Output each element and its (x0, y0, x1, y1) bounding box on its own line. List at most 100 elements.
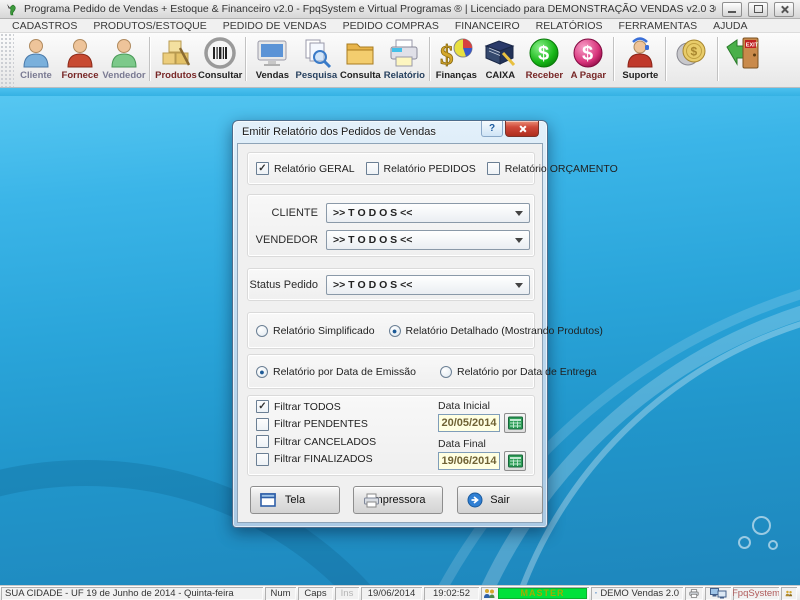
radio-data-entrega[interactable]: Relatório por Data de Entrega (440, 366, 597, 378)
printer-icon (689, 588, 699, 599)
impressora-button[interactable]: Impressora (353, 486, 443, 514)
menu-pedido-compras[interactable]: PEDIDO COMPRAS (335, 20, 447, 32)
data-inicial-label: Data Inicial (438, 400, 532, 412)
sair-button[interactable]: Sair (457, 486, 543, 514)
menubar: CADASTROS PRODUTOS/ESTOQUE PEDIDO DE VEN… (0, 19, 800, 33)
status-network-panel (705, 587, 731, 600)
toolbar-button-coin[interactable]: $ (670, 33, 714, 87)
menu-financeiro[interactable]: FINANCEIRO (447, 20, 528, 32)
minimize-button[interactable] (722, 2, 742, 17)
barcode-icon (203, 35, 237, 71)
status-printer-panel (685, 587, 703, 600)
calendar-icon (508, 416, 523, 430)
users-icon (483, 588, 496, 599)
exit-arrow-icon (467, 492, 483, 508)
support-person-icon (624, 35, 656, 71)
toolbar-button-vendas[interactable]: Vendas (250, 33, 294, 87)
toolbar-label: Receber (526, 71, 564, 81)
toolbar-button-consultar[interactable]: Consultar (198, 33, 242, 87)
coin-icon: $ (674, 35, 710, 71)
toolbar-button-vendedor[interactable]: Vendedor (102, 33, 146, 87)
data-inicial-field[interactable]: 20/05/2014 (438, 414, 500, 432)
checkbox-relatorio-geral[interactable]: ✓ Relatório GERAL (256, 162, 355, 175)
checkbox-mark (256, 435, 269, 448)
toolbar-separator (717, 37, 719, 81)
checkbox-filtrar-finalizados[interactable]: Filtrar FINALIZADOS (256, 453, 376, 466)
status-capslock: Caps (298, 587, 333, 600)
toolbar-button-exit[interactable]: EXIT (722, 33, 766, 87)
status-demo-panel: DEMO Vendas 2.0 (591, 587, 683, 600)
vendedor-label: VENDEDOR (248, 234, 318, 246)
menu-produtos-estoque[interactable]: PRODUTOS/ESTOQUE (85, 20, 214, 32)
titlebar[interactable]: Programa Pedido de Vendas + Estoque & Fi… (0, 0, 800, 19)
tela-button[interactable]: Tela (250, 486, 340, 514)
toolbar-button-produtos[interactable]: Produtos (154, 33, 198, 87)
close-button[interactable] (774, 2, 794, 17)
cliente-combobox[interactable]: >> T O D O S << (326, 203, 530, 223)
checkbox-filtrar-pendentes[interactable]: Filtrar PENDENTES (256, 418, 376, 431)
status-location: SUA CIDADE - UF 19 de Junho de 2014 - Qu… (1, 587, 263, 600)
toolbar-button-relatorio[interactable]: Relatório (382, 33, 426, 87)
chevron-down-icon (515, 211, 523, 216)
toolbar-label: Pesquisa (295, 71, 337, 81)
menu-cadastros[interactable]: CADASTROS (4, 20, 85, 32)
filters-section: ✓ Filtrar TODOS Filtrar PENDENTES Filtra… (247, 395, 535, 476)
toolbar-button-caixa[interactable]: CAIXA (478, 33, 522, 87)
status-time: 19:02:52 (424, 587, 479, 600)
radio-circle (440, 366, 452, 378)
status-pedido-combobox[interactable]: >> T O D O S << (326, 275, 530, 295)
toolbar-button-fornecedor[interactable]: Fornece (58, 33, 102, 87)
restore-icon (754, 5, 763, 13)
window-screen-icon (260, 493, 276, 507)
filter-checkbox-column: ✓ Filtrar TODOS Filtrar PENDENTES Filtra… (256, 400, 376, 466)
date-type-section: ● Relatório por Data de Emissão Relatóri… (247, 354, 535, 389)
cliente-label: CLIENTE (248, 207, 318, 219)
toolbar-button-suporte[interactable]: Suporte (618, 33, 662, 87)
supplier-person-icon (65, 35, 95, 71)
dialog-help-button[interactable]: ? (481, 121, 503, 137)
date-range-block: Data Inicial 20/05/2014 Data Final 19/06… (438, 398, 532, 471)
data-final-calendar-button[interactable] (504, 451, 526, 471)
chevron-down-icon (515, 238, 523, 243)
radio-relatorio-detalhado[interactable]: ● Relatório Detalhado (Mostrando Produto… (389, 325, 603, 337)
product-boxes-icon (160, 35, 192, 71)
status-brand: FpqSystem (733, 587, 779, 600)
toolbar-label: Consultar (198, 71, 242, 81)
dialog-titlebar[interactable]: Emitir Relatório dos Pedidos de Vendas ? (233, 121, 547, 143)
checkbox-relatorio-orcamento[interactable]: Relatório ORÇAMENTO (487, 162, 618, 175)
dialog-close-button[interactable] (505, 121, 539, 137)
toolbar-button-cliente[interactable]: Cliente (14, 33, 58, 87)
dialog-title: Emitir Relatório dos Pedidos de Vendas (233, 126, 436, 138)
vendedor-combobox[interactable]: >> T O D O S << (326, 230, 530, 250)
toolbar-button-a-pagar[interactable]: $ A Pagar (566, 33, 610, 87)
checkbox-relatorio-pedidos[interactable]: Relatório PEDIDOS (366, 162, 476, 175)
data-inicial-calendar-button[interactable] (504, 413, 526, 433)
exit-door-text: EXIT (746, 42, 759, 48)
radio-relatorio-simplificado[interactable]: Relatório Simplificado (256, 325, 375, 337)
toolbar-label: Produtos (155, 71, 197, 81)
restore-button[interactable] (748, 2, 768, 17)
toolbar-label: Cliente (20, 71, 52, 81)
statusbar: SUA CIDADE - UF 19 de Junho de 2014 - Qu… (0, 585, 800, 600)
app-window-icon (595, 588, 597, 598)
users-icon (785, 588, 793, 599)
menu-relatorios[interactable]: RELATÓRIOS (528, 20, 611, 32)
checkbox-filtrar-cancelados[interactable]: Filtrar CANCELADOS (256, 435, 376, 448)
data-final-field[interactable]: 19/06/2014 (438, 452, 500, 470)
menu-pedido-de-vendas[interactable]: PEDIDO DE VENDAS (215, 20, 335, 32)
toolbar-button-consulta[interactable]: Consulta (338, 33, 382, 87)
toolbar-button-receber[interactable]: $ Receber (522, 33, 566, 87)
ledger-book-icon (483, 35, 517, 71)
checkbox-mark (366, 162, 379, 175)
menu-ferramentas[interactable]: FERRAMENTAS (611, 20, 706, 32)
svg-text:$: $ (691, 45, 698, 59)
checkbox-mark: ✓ (256, 400, 269, 413)
toolbar-button-pesquisa[interactable]: Pesquisa (294, 33, 338, 87)
window-controls (716, 2, 794, 17)
toolbar-button-financas[interactable]: $ Finanças (434, 33, 478, 87)
radio-data-emissao[interactable]: ● Relatório por Data de Emissão (256, 366, 416, 378)
radio-circle: ● (256, 366, 268, 378)
printer-icon (363, 493, 380, 508)
menu-ajuda[interactable]: AJUDA (705, 20, 755, 32)
checkbox-filtrar-todos[interactable]: ✓ Filtrar TODOS (256, 400, 376, 413)
